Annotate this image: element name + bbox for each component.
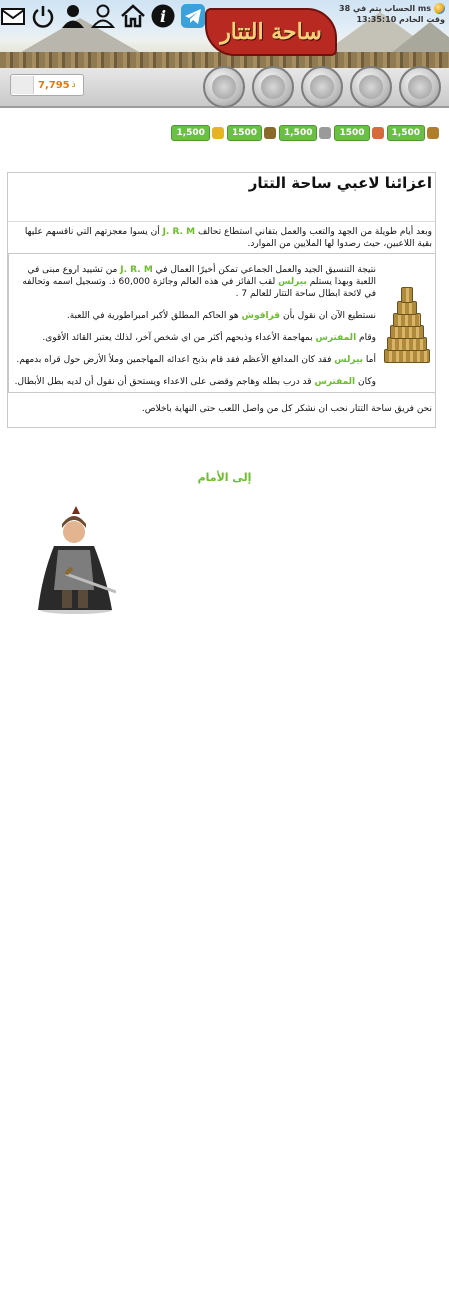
message-paragraphs: نتيجة التنسيق الجيد والعمل الجماعي تمكن … bbox=[8, 254, 379, 392]
nav-button-statistics[interactable] bbox=[252, 66, 294, 108]
village-center-icon bbox=[359, 75, 383, 99]
village-overview-icon bbox=[408, 75, 432, 99]
resource-wood: 1,500 bbox=[386, 125, 439, 141]
game-logo[interactable]: ساحة التتار bbox=[205, 8, 337, 56]
paragraph-ruler: نستطيع الآن ان نقول بأن قراقوش هو الحاكم… bbox=[12, 310, 376, 322]
statistics-icon bbox=[261, 75, 285, 99]
home-icon[interactable] bbox=[120, 3, 146, 29]
resource-value: 1,500 bbox=[171, 125, 210, 141]
nav-button-village-center[interactable] bbox=[350, 66, 392, 108]
wood-icon bbox=[427, 127, 439, 139]
player-link[interactable]: بيرلس bbox=[334, 355, 363, 365]
paragraph-text: وقام bbox=[359, 333, 376, 343]
resource-crop: 1,500 bbox=[171, 125, 224, 141]
paragraph-text: أما bbox=[365, 355, 376, 365]
resource-iron: 1,500 bbox=[279, 125, 332, 141]
resource-storage: 1500 bbox=[226, 125, 276, 141]
paragraph-winner: نتيجة التنسيق الجيد والعمل الجماعي تمكن … bbox=[12, 264, 376, 300]
forward-link[interactable]: إلى الأمام bbox=[0, 471, 449, 484]
player-link[interactable]: المفترس bbox=[314, 377, 355, 387]
resource-bar: 1,500 1500 1,500 1500 1,500 bbox=[171, 125, 439, 141]
resource-value: 1,500 bbox=[386, 125, 425, 141]
message-footer: نحن فريق ساحة التتار نحب ان نشكر كل من و… bbox=[141, 404, 432, 414]
server-time: وقت الخادم 13:35:10 bbox=[356, 15, 445, 24]
gold-value: 7,795 bbox=[38, 79, 70, 91]
resource-value: 1500 bbox=[226, 125, 262, 141]
svg-text:i: i bbox=[160, 7, 166, 26]
nav-button-map[interactable] bbox=[301, 66, 343, 108]
player-icon[interactable] bbox=[60, 3, 86, 29]
power-icon[interactable] bbox=[30, 3, 56, 29]
paragraph-hero: وكان المفترس قد درب بطله وهاجم وقضى على … bbox=[12, 376, 376, 388]
knight-illustration bbox=[38, 506, 116, 614]
paragraph-text: نتيجة التنسيق الجيد والعمل الجماعي تمكن … bbox=[155, 265, 376, 275]
paragraph-defender: أما بيرلس فقد كان المدافع الأعظم فقد قام… bbox=[12, 354, 376, 366]
wonder-tower-icon bbox=[382, 283, 432, 363]
granary-icon bbox=[264, 127, 276, 139]
top-icon-bar: i bbox=[0, 3, 206, 31]
telegram-icon[interactable] bbox=[180, 3, 206, 29]
server-ping: الحساب يتم في 38 ms bbox=[339, 4, 431, 13]
map-icon bbox=[310, 75, 334, 99]
paragraph-text: نستطيع الآن ان نقول بأن bbox=[282, 311, 376, 321]
message-intro: وبعد أيام طويلة من الجهد والتعب والعمل ب… bbox=[8, 222, 435, 254]
wonder-image bbox=[379, 254, 435, 392]
resource-value: 1,500 bbox=[279, 125, 318, 141]
paragraph-text: وكان bbox=[358, 377, 376, 387]
message-body: نتيجة التنسيق الجيد والعمل الجماعي تمكن … bbox=[8, 254, 435, 393]
paragraph-text: فقد كان المدافع الأعظم فقد قام بذبح اعدا… bbox=[16, 355, 332, 365]
crop-icon bbox=[211, 127, 224, 139]
nav-button-reports[interactable] bbox=[203, 66, 245, 108]
info-icon[interactable]: i bbox=[150, 3, 176, 29]
profile-icon[interactable] bbox=[90, 3, 116, 29]
account-info: الحساب يتم في 38 ms وقت الخادم 13:35:10 bbox=[339, 3, 445, 25]
reports-icon bbox=[212, 75, 236, 99]
gold-slot bbox=[11, 76, 34, 94]
gold-currency: ذ bbox=[71, 80, 76, 90]
resource-clay: 1500 bbox=[334, 125, 384, 141]
alliance-link[interactable]: J. R. M bbox=[163, 227, 196, 237]
paragraph-text: هو الحاكم المطلق لأكبر امبراطورية في الل… bbox=[66, 311, 239, 321]
paragraph-text: قد درب بطله وهاجم وقضى على الاعداء ويستح… bbox=[14, 377, 312, 387]
end-game-message: اعزائنا لاعبي ساحة التتار وبعد أيام طويل… bbox=[7, 172, 436, 428]
gold-balance[interactable]: 7,795 ذ bbox=[10, 74, 84, 96]
player-link[interactable]: قراقوش bbox=[242, 311, 281, 321]
main-navigation: 7,795 ذ bbox=[0, 66, 449, 108]
globe-icon bbox=[434, 3, 445, 14]
logo-text: ساحة التتار bbox=[220, 19, 322, 45]
messages-icon[interactable] bbox=[0, 3, 26, 29]
paragraph-attacker: وقام المفترس بمهاجمة الأعداء وذبحهم أكثر… bbox=[12, 332, 376, 344]
header-banner: ساحة التتار i الحساب يتم في 38 ms وقت ال… bbox=[0, 0, 449, 68]
paragraph-text: بمهاجمة الأعداء وذبحهم أكثر من اي شخص آخ… bbox=[42, 333, 313, 343]
nav-button-village-overview[interactable] bbox=[399, 66, 441, 108]
player-link[interactable]: بيرلس bbox=[278, 277, 307, 287]
intro-text: وبعد أيام طويلة من الجهد والتعب والعمل ب… bbox=[197, 227, 432, 237]
iron-icon bbox=[319, 127, 332, 139]
clay-icon bbox=[371, 127, 384, 139]
message-title: اعزائنا لاعبي ساحة التتار bbox=[8, 173, 435, 222]
player-link[interactable]: المفترس bbox=[315, 333, 356, 343]
resource-value: 1500 bbox=[334, 125, 370, 141]
alliance-link[interactable]: J. R. M bbox=[120, 265, 153, 275]
